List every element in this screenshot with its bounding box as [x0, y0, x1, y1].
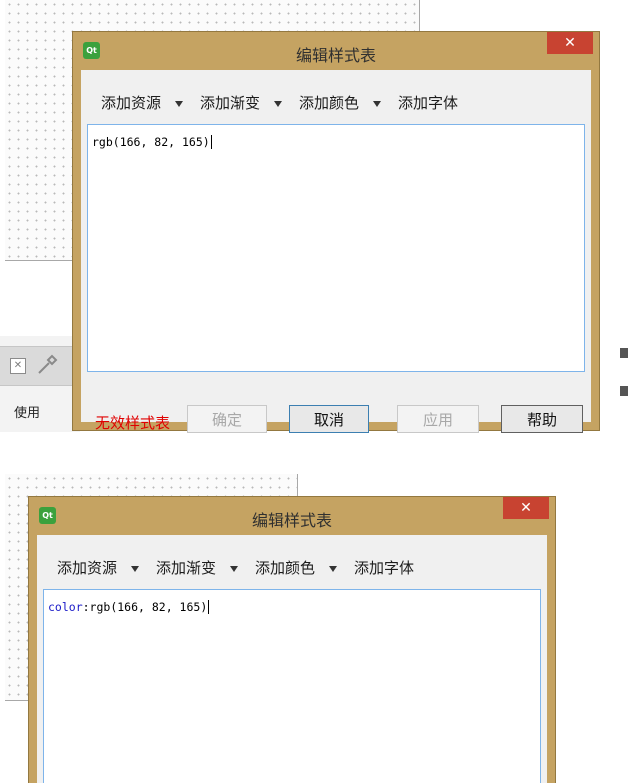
- edit-stylesheet-dialog: Qt 编辑样式表 ✕ 添加资源 添加渐变 添加颜色 添加字体 color:rgb…: [28, 496, 556, 783]
- add-font-button[interactable]: 添加字体: [354, 557, 414, 578]
- text-caret: [210, 135, 212, 149]
- close-file-icon[interactable]: ✕: [10, 358, 26, 374]
- code-keyword: color: [48, 600, 83, 614]
- chevron-down-icon[interactable]: [373, 100, 382, 107]
- add-color-button[interactable]: 添加颜色: [255, 557, 315, 578]
- stylesheet-toolbar: 添加资源 添加渐变 添加颜色 添加字体: [101, 92, 458, 113]
- code-line: rgb(166, 82, 165): [92, 135, 212, 149]
- stylesheet-toolbar: 添加资源 添加渐变 添加颜色 添加字体: [57, 557, 414, 578]
- edge-marker: [620, 386, 628, 396]
- stylesheet-editor[interactable]: color:rgb(166, 82, 165): [43, 589, 541, 783]
- ok-button[interactable]: 确定: [187, 405, 267, 433]
- add-color-button[interactable]: 添加颜色: [299, 92, 359, 113]
- dialog-title: 编辑样式表: [295, 46, 376, 65]
- close-icon: ✕: [564, 35, 576, 51]
- cancel-button[interactable]: 取消: [289, 405, 369, 433]
- tab-use[interactable]: 使用: [14, 402, 40, 421]
- code-text: rgb(166, 82, 165): [92, 135, 210, 149]
- apply-button[interactable]: 应用: [397, 405, 479, 433]
- code-line: color:rgb(166, 82, 165): [48, 600, 210, 614]
- wrench-icon[interactable]: [36, 354, 58, 376]
- dialog-body: 添加资源 添加渐变 添加颜色 添加字体 rgb(166, 82, 165) 无效…: [81, 70, 591, 433]
- status-invalid-stylesheet: 无效样式表: [95, 414, 171, 432]
- close-button[interactable]: ✕: [547, 32, 593, 54]
- dialog-body: 添加资源 添加渐变 添加颜色 添加字体 color:rgb(166, 82, 1…: [37, 535, 547, 783]
- chevron-down-icon[interactable]: [230, 565, 239, 572]
- add-font-button[interactable]: 添加字体: [398, 92, 458, 113]
- chevron-down-icon[interactable]: [329, 565, 338, 572]
- help-button[interactable]: 帮助: [501, 405, 583, 433]
- edge-marker: [620, 348, 628, 358]
- chevron-down-icon[interactable]: [131, 565, 140, 572]
- add-resource-button[interactable]: 添加资源: [57, 557, 117, 578]
- stylesheet-editor[interactable]: rgb(166, 82, 165): [87, 124, 585, 372]
- widget-box-toolbar: ✕ 使用: [0, 336, 80, 432]
- dialog-title: 编辑样式表: [251, 511, 332, 530]
- title-bar[interactable]: Qt 编辑样式表 ✕: [73, 32, 599, 70]
- chevron-down-icon[interactable]: [175, 100, 184, 107]
- add-resource-button[interactable]: 添加资源: [101, 92, 161, 113]
- close-icon: ✕: [520, 500, 532, 516]
- close-button[interactable]: ✕: [503, 497, 549, 519]
- text-caret: [208, 600, 210, 614]
- chevron-down-icon[interactable]: [274, 100, 283, 107]
- edit-stylesheet-dialog: Qt 编辑样式表 ✕ 添加资源 添加渐变 添加颜色 添加字体 rgb(166, …: [72, 31, 600, 433]
- add-gradient-button[interactable]: 添加渐变: [200, 92, 260, 113]
- code-text: :rgb(166, 82, 165): [82, 600, 208, 614]
- title-bar[interactable]: Qt 编辑样式表 ✕: [29, 497, 555, 535]
- add-gradient-button[interactable]: 添加渐变: [156, 557, 216, 578]
